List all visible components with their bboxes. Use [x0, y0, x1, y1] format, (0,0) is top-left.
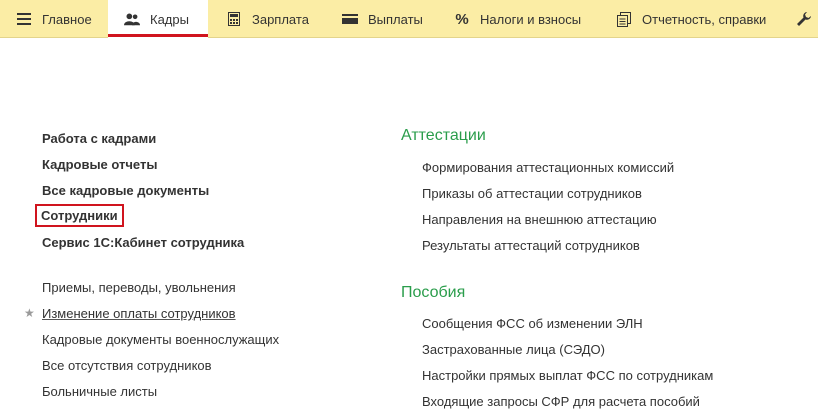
reports-icon — [616, 11, 632, 27]
link-pay-changes[interactable]: Изменение оплаты сотрудников — [42, 306, 236, 321]
link-sfr-requests[interactable]: Входящие запросы СФР для расчета пособий — [422, 394, 700, 409]
link-direct-payments-settings[interactable]: Настройки прямых выплат ФСС по сотрудник… — [422, 368, 713, 383]
top-nav-bar: Главное Кадры Зарплата Выплаты % Налоги … — [0, 0, 818, 38]
link-fss-eln-messages[interactable]: Сообщения ФСС об изменении ЭЛН — [422, 316, 643, 331]
tab-label: Главное — [42, 11, 92, 27]
link-sick-leaves[interactable]: Больничные листы — [42, 384, 157, 399]
link-all-absences[interactable]: Все отсутствия сотрудников — [42, 358, 212, 373]
link-hr-reports[interactable]: Кадровые отчеты — [42, 157, 157, 172]
menu-icon — [16, 11, 32, 27]
tab-salary[interactable]: Зарплата — [226, 0, 309, 38]
tab-main[interactable]: Главное — [16, 0, 92, 38]
link-attestation-orders[interactable]: Приказы об аттестации сотрудников — [422, 186, 642, 201]
link-insured-persons[interactable]: Застрахованные лица (СЭДО) — [422, 342, 605, 357]
percent-icon: % — [455, 10, 469, 28]
link-all-hr-documents[interactable]: Все кадровые документы — [42, 183, 209, 198]
section-header-attestations: Аттестации — [401, 127, 486, 144]
tab-taxes[interactable]: % Налоги и взносы — [454, 0, 581, 38]
tab-settings[interactable] — [796, 0, 818, 38]
link-employees[interactable]: Сотрудники — [35, 204, 124, 227]
tab-label: Выплаты — [368, 11, 423, 27]
link-hiring-transfers[interactable]: Приемы, переводы, увольнения — [42, 280, 236, 295]
tab-label: Кадры — [150, 11, 189, 27]
tab-reports[interactable]: Отчетность, справки — [616, 0, 766, 38]
tab-hr[interactable]: Кадры — [108, 0, 208, 38]
wrench-icon — [796, 11, 812, 27]
tab-label: Отчетность, справки — [642, 11, 767, 27]
favorite-star-icon[interactable]: ★ — [24, 306, 35, 320]
tab-label: Зарплата — [252, 11, 309, 27]
link-hr-work[interactable]: Работа с кадрами — [42, 131, 156, 146]
link-military-documents[interactable]: Кадровые документы военнослужащих — [42, 332, 279, 347]
link-attestation-results[interactable]: Результаты аттестаций сотрудников — [422, 238, 640, 253]
calculator-icon — [226, 11, 242, 27]
tab-label: Налоги и взносы — [480, 11, 582, 27]
section-header-benefits: Пособия — [401, 284, 466, 301]
wallet-icon — [342, 11, 358, 27]
link-attestation-commissions[interactable]: Формирования аттестационных комиссий — [422, 160, 674, 175]
people-icon — [124, 11, 140, 27]
tab-payments[interactable]: Выплаты — [342, 0, 423, 38]
link-employee-cabinet[interactable]: Сервис 1С:Кабинет сотрудника — [42, 235, 244, 250]
link-external-attestation[interactable]: Направления на внешнюю аттестацию — [422, 212, 657, 227]
